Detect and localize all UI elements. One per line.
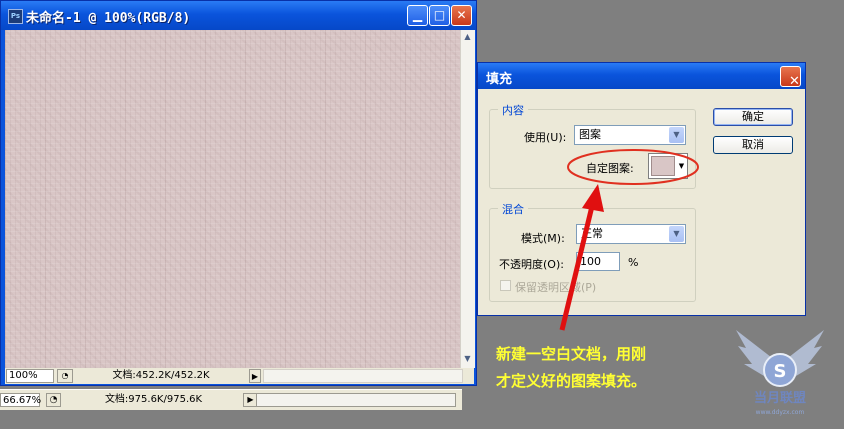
annotation-line-2: 才定义好的图案填充。 <box>496 372 647 390</box>
status-menu-arrow-icon[interactable]: ▶ <box>249 369 261 383</box>
back-doc-size: 文档:975.6K/975.6K <box>104 394 203 405</box>
document-title: 未命名-1 @ 100%(RGB/8) <box>26 11 191 26</box>
dialog-titlebar[interactable]: 填充 ✕ <box>478 63 805 89</box>
use-label: 使用(U): <box>524 131 567 144</box>
document-window: Ps 未命名-1 @ 100%(RGB/8) ▁ □ ✕ ▲ ▼ 100% ◔ … <box>0 0 477 386</box>
blending-legend: 混合 <box>498 201 528 217</box>
red-arrow <box>559 184 604 331</box>
dialog-title: 填充 <box>486 72 513 87</box>
back-zoom-field[interactable]: 66.67% <box>0 393 41 407</box>
watermark-url: www.ddyzx.com <box>756 409 805 416</box>
minimize-icon: ▁ <box>412 8 423 22</box>
chevron-down-icon[interactable]: ▼ <box>669 226 684 242</box>
annotation-line-1: 新建一空白文档，用刚 <box>496 345 647 363</box>
svg-text:S: S <box>774 361 787 382</box>
watermark-text: 当月联盟 <box>754 390 806 406</box>
close-icon: ✕ <box>456 8 467 22</box>
annotation-text: 新建一空白文档，用刚 才定义好的图案填充。 <box>496 341 736 395</box>
pattern-filled-canvas[interactable] <box>5 30 460 368</box>
ok-button[interactable]: 确定 <box>713 108 793 126</box>
zoom-field[interactable]: 100% <box>6 369 54 383</box>
use-value: 图案 <box>579 128 601 141</box>
vertical-scrollbar[interactable]: ▲ ▼ <box>460 30 475 368</box>
watermark-emblem: S 当月联盟 www.ddyzx.com <box>736 330 824 416</box>
doc-size: 文档:452.2K/452.2K <box>112 370 210 381</box>
horizontal-scrollbar[interactable] <box>263 369 463 383</box>
use-select[interactable]: 图案 ▼ <box>574 125 686 145</box>
scroll-down-icon[interactable]: ▼ <box>461 352 474 366</box>
dialog-close-button[interactable]: ✕ <box>780 66 801 89</box>
scroll-up-icon[interactable]: ▲ <box>461 30 474 44</box>
maximize-button[interactable]: □ <box>429 5 450 26</box>
close-button[interactable]: ✕ <box>451 5 472 26</box>
contents-legend: 内容 <box>498 102 528 118</box>
maximize-icon: □ <box>433 8 446 22</box>
chevron-down-icon[interactable]: ▼ <box>669 127 684 143</box>
watermark-logo: S 当月联盟 www.ddyzx.com <box>734 324 826 420</box>
back-window-statusbar: 66.67% ◔ 文档:975.6K/975.6K ▶ <box>0 389 462 410</box>
minimize-button[interactable]: ▁ <box>407 5 428 26</box>
cancel-button[interactable]: 取消 <box>713 136 793 154</box>
back-status-icon[interactable]: ◔ <box>46 393 61 407</box>
fill-dialog: 填充 ✕ 内容 使用(U): 图案 ▼ 自定图案: ▼ 混合 模式(M): 正常… <box>477 62 806 316</box>
preserve-transparency-checkbox[interactable] <box>500 280 511 291</box>
photoshop-app-icon: Ps <box>8 9 23 24</box>
back-hscroll[interactable] <box>256 393 456 407</box>
document-titlebar[interactable]: Ps 未命名-1 @ 100%(RGB/8) ▁ □ ✕ <box>1 1 476 30</box>
document-statusbar: 100% ◔ 文档:452.2K/452.2K ▶ <box>5 368 474 384</box>
opacity-unit: % <box>628 256 639 269</box>
status-icon[interactable]: ◔ <box>57 369 73 383</box>
close-icon: ✕ <box>789 74 800 89</box>
